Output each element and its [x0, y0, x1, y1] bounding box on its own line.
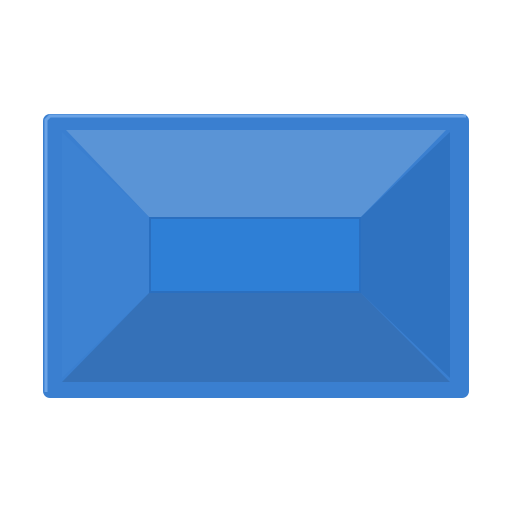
blue-beveled-rectangle-icon — [43, 114, 469, 398]
center-face — [150, 218, 360, 292]
icon-canvas — [0, 0, 512, 512]
